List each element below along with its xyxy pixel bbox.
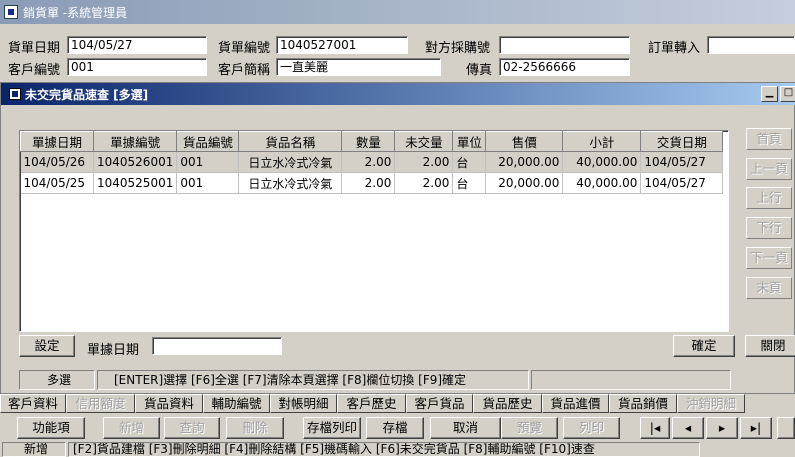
tab-bar: 客戶資料 信用額度 貨品資料 輔助編號 對帳明細 客戶歷史 客戶貨品 貨品歷史 … bbox=[0, 394, 795, 414]
col-item-name[interactable]: 貨品名稱 bbox=[238, 131, 343, 152]
window-titlebar: 銷貨單 -系統管理員 bbox=[0, 0, 795, 24]
save-print-button[interactable]: 存檔列印 bbox=[303, 417, 361, 439]
query-button[interactable]: 查詢 bbox=[164, 417, 220, 439]
cell-item-no: 001 bbox=[176, 151, 240, 173]
tab-customer-items[interactable]: 客戶貨品 bbox=[406, 394, 473, 413]
buyer-field[interactable] bbox=[499, 36, 630, 54]
cell-doc-no: 1040525001 bbox=[93, 172, 178, 194]
extra-nav-button[interactable] bbox=[777, 417, 795, 439]
delete-button[interactable]: 刪除 bbox=[226, 417, 284, 439]
cell-item-name: 日立水冷式冷氣 bbox=[238, 172, 343, 194]
customer-name-label: 客戶簡稱 bbox=[218, 63, 271, 78]
fax-label: 傳真 bbox=[466, 63, 493, 78]
preview-button[interactable]: 預覽 bbox=[501, 417, 558, 439]
next-row-button[interactable]: 下行 bbox=[746, 217, 792, 239]
tab-item-data[interactable]: 貨品資料 bbox=[135, 394, 203, 413]
sales-date-field[interactable]: 104/05/27 bbox=[67, 36, 207, 54]
table-row[interactable]: 104/05/26 1040526001 001 日立水冷式冷氣 2.00 2.… bbox=[20, 151, 724, 173]
print-button[interactable]: 列印 bbox=[563, 417, 620, 439]
prev-record-icon[interactable]: ◂ bbox=[672, 417, 704, 439]
dialog-titlebar: 未交完貨品速查 [多選] ▁ □ bbox=[1, 83, 795, 105]
pending-goods-table[interactable]: 單據日期 單據編號 貨品編號 貨品名稱 數量 未交量 單位 售價 小計 交貨日期… bbox=[19, 130, 729, 332]
maximize-icon[interactable]: □ bbox=[780, 86, 795, 102]
cancel-button[interactable]: 取消 bbox=[430, 417, 501, 439]
dialog-status-extra bbox=[531, 370, 731, 390]
order-transfer-label: 訂單轉入 bbox=[648, 41, 701, 56]
cell-price: 20,000.00 bbox=[485, 172, 564, 194]
col-undelivered[interactable]: 未交量 bbox=[394, 131, 454, 152]
col-delivery-date[interactable]: 交貨日期 bbox=[640, 131, 724, 152]
col-price[interactable]: 售價 bbox=[485, 131, 564, 152]
cell-price: 20,000.00 bbox=[485, 151, 564, 173]
prev-page-button[interactable]: 上一頁 bbox=[746, 158, 792, 180]
dialog-title: 未交完貨品速查 [多選] bbox=[25, 87, 149, 102]
tab-item-cost[interactable]: 貨品進價 bbox=[542, 394, 609, 413]
cell-subtotal: 40,000.00 bbox=[562, 151, 642, 173]
order-transfer-field[interactable] bbox=[707, 36, 795, 54]
col-item-no[interactable]: 貨品編號 bbox=[176, 131, 240, 152]
col-qty[interactable]: 數量 bbox=[341, 131, 396, 152]
tab-item-price[interactable]: 貨品銷價 bbox=[609, 394, 677, 413]
buyer-label: 對方採購號 bbox=[425, 41, 491, 56]
tab-customer-history[interactable]: 客戶歷史 bbox=[337, 394, 406, 413]
tab-credit-limit[interactable]: 信用額度 bbox=[66, 394, 135, 413]
customer-name-field[interactable]: 一直美麗 bbox=[276, 58, 441, 76]
close-button[interactable]: 關閉 bbox=[745, 335, 795, 357]
cell-undelivered: 2.00 bbox=[394, 172, 454, 194]
col-unit[interactable]: 單位 bbox=[452, 131, 487, 152]
sales-no-label: 貨單編號 bbox=[218, 41, 271, 56]
tab-customer-data[interactable]: 客戶資料 bbox=[0, 394, 66, 413]
cell-doc-date: 104/05/25 bbox=[20, 172, 94, 194]
next-record-icon[interactable]: ▸ bbox=[706, 417, 738, 439]
cell-undelivered: 2.00 bbox=[394, 151, 454, 173]
dialog-hotkey-hints: [ENTER]選擇 [F6]全選 [F7]清除本頁選擇 [F8]欄位切換 [F9… bbox=[97, 370, 529, 390]
app-icon bbox=[4, 5, 18, 19]
functions-button[interactable]: 功能項 bbox=[17, 417, 85, 439]
last-page-button[interactable]: 末頁 bbox=[746, 277, 792, 299]
cell-delivery-date: 104/05/27 bbox=[640, 172, 724, 194]
cell-doc-no: 1040526001 bbox=[93, 151, 178, 173]
dialog-icon bbox=[9, 88, 21, 100]
record-mode-status: 新增 bbox=[2, 442, 66, 457]
col-doc-date[interactable]: 單據日期 bbox=[20, 131, 94, 152]
sales-date-label: 貨單日期 bbox=[8, 41, 61, 56]
prev-row-button[interactable]: 上行 bbox=[746, 187, 792, 209]
cell-qty: 2.00 bbox=[341, 172, 396, 194]
tab-aux-code[interactable]: 輔助編號 bbox=[203, 394, 270, 413]
save-button[interactable]: 存檔 bbox=[366, 417, 424, 439]
cell-delivery-date: 104/05/27 bbox=[640, 151, 724, 173]
first-page-button[interactable]: 首頁 bbox=[746, 128, 792, 150]
window-title: 銷貨單 -系統管理員 bbox=[23, 5, 128, 20]
table-header-row: 單據日期 單據編號 貨品編號 貨品名稱 數量 未交量 單位 售價 小計 交貨日期 bbox=[20, 131, 724, 152]
col-subtotal[interactable]: 小計 bbox=[562, 131, 642, 152]
first-record-icon[interactable]: |◂ bbox=[640, 417, 670, 439]
cell-subtotal: 40,000.00 bbox=[562, 172, 642, 194]
doc-date-field[interactable] bbox=[152, 337, 282, 355]
cell-doc-date: 104/05/26 bbox=[20, 151, 94, 173]
cell-unit: 台 bbox=[452, 151, 487, 173]
next-page-button[interactable]: 下一頁 bbox=[746, 247, 792, 269]
col-doc-no[interactable]: 單據編號 bbox=[92, 131, 178, 152]
customer-no-label: 客戶編號 bbox=[8, 63, 61, 78]
tab-statement-detail[interactable]: 對帳明細 bbox=[270, 394, 337, 413]
pending-goods-dialog: 未交完貨品速查 [多選] ▁ □ 單據日期 單據編號 貨品編號 貨品名稱 數量 … bbox=[0, 82, 795, 394]
table-row[interactable]: 104/05/25 1040525001 001 日立水冷式冷氣 2.00 2.… bbox=[20, 172, 724, 194]
hotkey-hints-status: [F2]貨品建檔 [F3]刪除明細 [F4]刪除結構 [F5]機碼輸入 [F6]… bbox=[68, 442, 700, 457]
cell-qty: 2.00 bbox=[341, 151, 396, 173]
tab-item-history[interactable]: 貨品歷史 bbox=[473, 394, 542, 413]
settings-button[interactable]: 設定 bbox=[19, 335, 75, 357]
cell-item-name: 日立水冷式冷氣 bbox=[238, 151, 343, 173]
confirm-button[interactable]: 確定 bbox=[673, 335, 735, 357]
fax-field[interactable]: 02-2566666 bbox=[499, 58, 630, 76]
add-button[interactable]: 新增 bbox=[103, 417, 160, 439]
last-record-icon[interactable]: ▸| bbox=[740, 417, 772, 439]
doc-date-label: 單據日期 bbox=[87, 343, 140, 358]
cell-unit: 台 bbox=[452, 172, 487, 194]
minimize-icon[interactable]: ▁ bbox=[761, 86, 778, 102]
cell-item-no: 001 bbox=[176, 172, 240, 194]
customer-no-field[interactable]: 001 bbox=[67, 58, 207, 76]
selection-mode-status: 多選 bbox=[19, 370, 95, 390]
sales-no-field[interactable]: 1040527001 bbox=[276, 36, 408, 54]
tab-offset-detail[interactable]: 沖銷明細 bbox=[677, 394, 745, 413]
